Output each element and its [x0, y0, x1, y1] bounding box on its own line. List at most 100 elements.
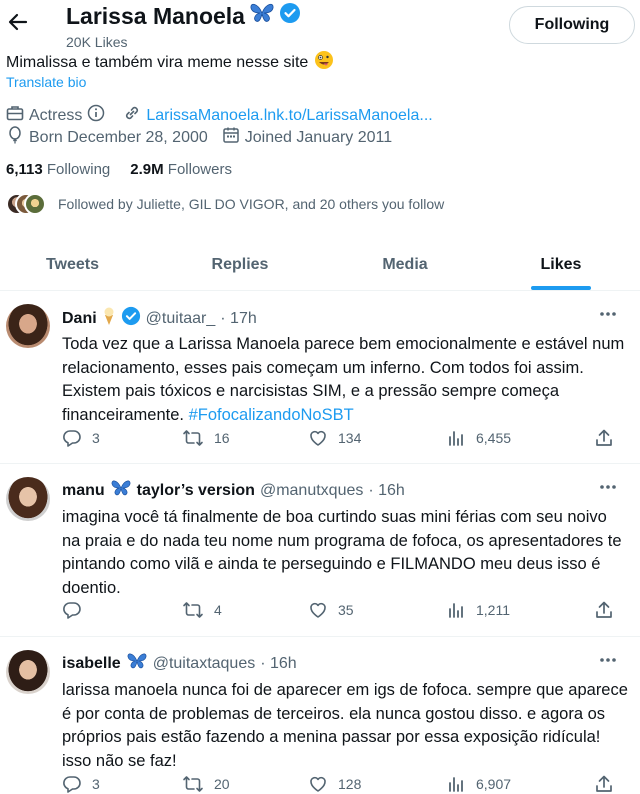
retweet-count: 20: [214, 776, 230, 792]
verified-badge-icon: [279, 2, 301, 30]
translate-bio-link[interactable]: Translate bio: [6, 74, 86, 90]
ice-cream-emoji-icon: [102, 306, 116, 331]
tab-likes[interactable]: Likes: [491, 238, 631, 291]
following-label: Following: [46, 161, 111, 178]
tab-replies[interactable]: Replies: [170, 238, 310, 291]
tweet-handle[interactable]: @tuitaxtaques: [153, 655, 256, 673]
hashtag-link[interactable]: #FofocalizandoNoSBT: [189, 406, 354, 424]
born-date: Born December 28, 2000: [29, 128, 208, 146]
views-button[interactable]: 6,907: [446, 774, 511, 794]
active-tab-indicator: [531, 286, 591, 290]
more-icon[interactable]: [596, 650, 620, 670]
retweet-button[interactable]: 20: [182, 774, 230, 794]
reply-button[interactable]: 3: [62, 428, 100, 448]
avatar[interactable]: [6, 304, 50, 348]
more-icon[interactable]: [596, 477, 620, 497]
butterfly-emoji-icon: [126, 652, 148, 675]
tweet[interactable]: isabelle @tuitaxtaques · 16h larissa man…: [0, 638, 640, 794]
retweet-button[interactable]: 16: [182, 428, 230, 448]
reply-icon: [63, 776, 81, 793]
butterfly-emoji-icon: [110, 479, 132, 502]
tweet-author-name[interactable]: isabelle: [62, 655, 121, 673]
share-button[interactable]: [594, 428, 614, 448]
tweet-time[interactable]: · 16h: [368, 482, 404, 500]
following-button[interactable]: Following: [509, 6, 635, 44]
tab-media[interactable]: Media: [335, 238, 475, 291]
tweet-actions: 3 20 128 6,907: [62, 774, 622, 794]
bio: Mimalissa e também vira meme nesse site: [6, 50, 334, 75]
joined-item: Joined January 2011: [222, 126, 392, 149]
website-link[interactable]: LarissaManoela.lnk.to/LarissaManoela...: [146, 107, 432, 125]
avatar: [24, 193, 46, 215]
tab-tweets[interactable]: Tweets: [0, 238, 145, 291]
reply-icon: [63, 602, 81, 619]
tweet-text: Toda vez que a Larissa Manoela parece be…: [62, 333, 628, 427]
like-count: 128: [338, 776, 362, 792]
tweet-handle[interactable]: @tuitaar_: [146, 310, 216, 328]
retweet-button[interactable]: 4: [182, 600, 222, 620]
likes-count: 20K Likes: [66, 34, 128, 50]
views-button[interactable]: 1,211: [446, 600, 510, 620]
like-button[interactable]: 128: [308, 774, 361, 794]
calendar-icon: [222, 126, 240, 149]
butterfly-emoji-icon: [249, 2, 275, 30]
following-count: 6,113: [6, 161, 43, 178]
info-icon[interactable]: [87, 104, 105, 127]
like-button[interactable]: 134: [308, 428, 361, 448]
share-icon: [596, 775, 612, 792]
reply-button[interactable]: 3: [62, 774, 100, 794]
followers-stat[interactable]: 2.9M Followers: [130, 161, 232, 178]
reply-count: 3: [92, 430, 100, 446]
followed-by-row[interactable]: Followed by Juliette, GIL DO VIGOR, and …: [6, 193, 444, 215]
bio-text: Mimalissa e também vira meme nesse site: [6, 53, 309, 71]
retweet-icon: [183, 602, 203, 618]
views-icon: [449, 603, 463, 618]
views-count: 1,211: [476, 602, 510, 618]
tweet-handle[interactable]: @manutxques: [260, 482, 363, 500]
tweet-actions: 4 35 1,211: [62, 600, 622, 624]
profile-tabs: Tweets Replies Media Likes: [0, 238, 640, 291]
verified-badge-icon: [121, 306, 141, 331]
tweet-time[interactable]: · 17h: [220, 310, 256, 328]
more-icon[interactable]: [596, 304, 620, 324]
avatar[interactable]: [6, 477, 50, 521]
retweet-count: 4: [214, 602, 222, 618]
tweet[interactable]: manu taylor’s version @manutxques · 16h …: [0, 465, 640, 637]
like-button[interactable]: 35: [308, 600, 354, 620]
tweet-text: imagina você tá finalmente de boa curtin…: [62, 508, 622, 597]
reply-button[interactable]: [62, 600, 92, 620]
tweet[interactable]: Dani @tuitaar_ · 17h Toda vez que a Lari…: [0, 292, 640, 464]
followers-label: Followers: [167, 161, 232, 178]
views-icon: [449, 777, 463, 792]
category-label: Actress: [29, 106, 83, 124]
website-item: LarissaManoela.lnk.to/LarissaManoela...: [123, 104, 433, 127]
share-button[interactable]: [594, 774, 614, 794]
views-button[interactable]: 6,455: [446, 428, 511, 448]
back-arrow-icon[interactable]: [6, 10, 30, 34]
views-count: 6,455: [476, 430, 512, 446]
profile-name: Larissa Manoela: [66, 2, 245, 29]
profile-meta-row-2: Born December 28, 2000 Joined January 20…: [6, 126, 392, 149]
share-button[interactable]: [594, 600, 614, 620]
like-icon: [310, 602, 326, 618]
tweet-time[interactable]: · 16h: [260, 655, 296, 673]
reply-count: 3: [92, 776, 100, 792]
follow-stats: 6,113 Following 2.9M Followers: [6, 161, 232, 178]
avatar[interactable]: [6, 650, 50, 694]
like-icon: [310, 430, 326, 446]
tweet-header: manu taylor’s version @manutxques · 16h: [62, 479, 405, 502]
balloon-icon: [6, 126, 24, 149]
views-count: 6,907: [476, 776, 512, 792]
tweet-author-name-suffix[interactable]: taylor’s version: [137, 482, 255, 500]
tweet-author-name[interactable]: manu: [62, 482, 105, 500]
views-icon: [449, 431, 463, 446]
reply-icon: [63, 430, 81, 447]
like-count: 35: [338, 602, 354, 618]
joined-date: Joined January 2011: [244, 128, 393, 146]
retweet-count: 16: [214, 430, 230, 446]
tweet-author-name[interactable]: Dani: [62, 310, 97, 328]
following-stat[interactable]: 6,113 Following: [6, 161, 110, 178]
followers-count: 2.9M: [130, 161, 164, 178]
briefcase-icon: [6, 104, 24, 127]
tweet-header: isabelle @tuitaxtaques · 16h: [62, 652, 297, 675]
